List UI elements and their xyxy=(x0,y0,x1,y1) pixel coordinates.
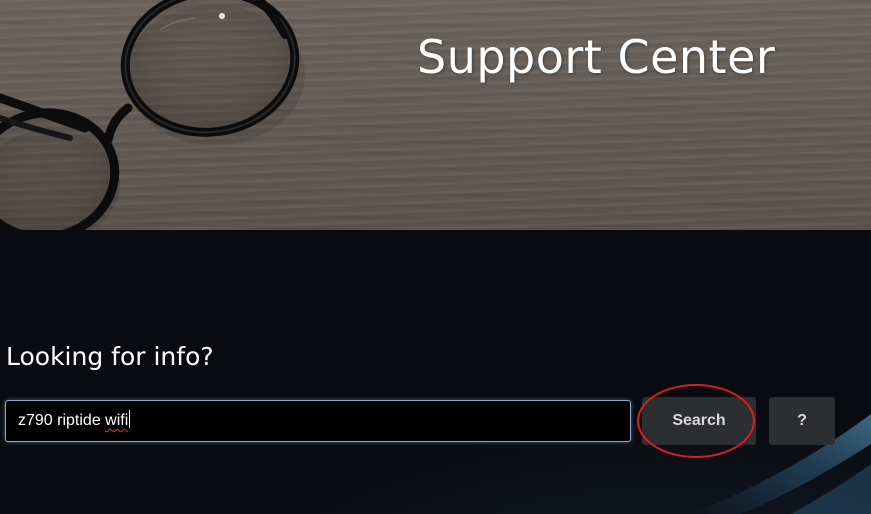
search-input[interactable]: z790 riptide wifi xyxy=(5,400,631,442)
search-heading: Looking for info? xyxy=(6,342,214,371)
misspelled-word: wifi xyxy=(105,412,129,429)
search-section: Looking for info? z790 riptide wifi Sear… xyxy=(0,230,871,514)
help-button[interactable]: ? xyxy=(769,397,835,445)
page-title: Support Center xyxy=(417,30,776,84)
search-button[interactable]: Search xyxy=(642,397,756,445)
search-input-text: z790 riptide xyxy=(18,412,106,429)
hero-banner: Support Center xyxy=(0,0,871,230)
text-caret xyxy=(129,410,131,428)
